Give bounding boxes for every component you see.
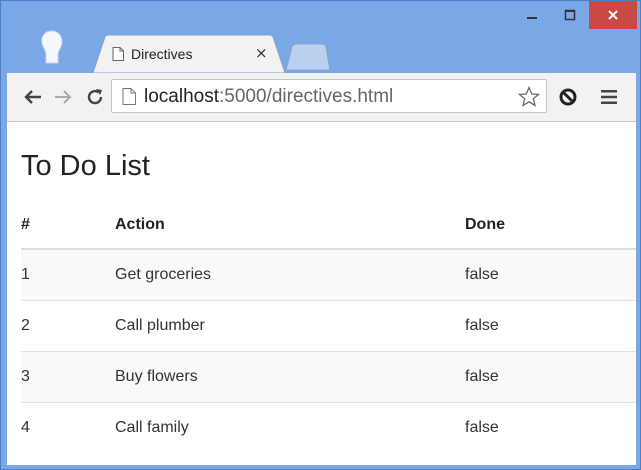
extension-icon[interactable] bbox=[556, 85, 580, 109]
minimize-button[interactable] bbox=[513, 1, 551, 29]
row-number: 3 bbox=[21, 351, 115, 403]
browser-window: Directives × localhost:5000/directives.h… bbox=[0, 0, 641, 470]
title-bar: Directives × bbox=[1, 1, 640, 73]
menu-icon[interactable] bbox=[597, 85, 621, 109]
url-host: localhost bbox=[144, 86, 219, 107]
new-tab-button[interactable] bbox=[284, 43, 332, 71]
tab-close-button[interactable]: × bbox=[255, 44, 268, 62]
maximize-button[interactable] bbox=[551, 1, 589, 29]
back-icon[interactable] bbox=[21, 85, 45, 109]
row-action: Call plumber bbox=[115, 300, 465, 352]
table-row: 2 Call plumber false bbox=[21, 300, 636, 352]
row-number: 1 bbox=[21, 248, 115, 301]
tab-title: Directives bbox=[131, 46, 193, 62]
column-header-number: # bbox=[21, 202, 115, 250]
table-row: 3 Buy flowers false bbox=[21, 351, 636, 403]
address-bar[interactable]: localhost:5000/directives.html bbox=[111, 79, 547, 113]
page-icon bbox=[112, 47, 124, 61]
reload-icon[interactable] bbox=[83, 85, 107, 109]
profile-icon[interactable] bbox=[37, 29, 67, 65]
page-icon bbox=[122, 88, 136, 110]
table-row: 1 Get groceries false bbox=[21, 248, 636, 301]
table-row: 4 Call family false bbox=[21, 402, 636, 453]
tab-directives[interactable]: Directives × bbox=[93, 35, 285, 73]
row-done: false bbox=[465, 300, 636, 352]
row-done: false bbox=[465, 351, 636, 403]
browser-toolbar: localhost:5000/directives.html bbox=[7, 73, 636, 122]
row-done: false bbox=[465, 248, 636, 301]
column-header-action: Action bbox=[115, 202, 465, 250]
page-content: To Do List # Action Done 1 Get groceries… bbox=[7, 122, 636, 465]
row-number: 4 bbox=[21, 402, 115, 453]
page-title: To Do List bbox=[21, 150, 150, 182]
url-text: localhost:5000/directives.html bbox=[144, 86, 393, 108]
close-window-button[interactable] bbox=[589, 1, 637, 29]
forward-icon[interactable] bbox=[51, 85, 75, 109]
table-header-row: # Action Done bbox=[21, 202, 636, 250]
row-action: Call family bbox=[115, 402, 465, 453]
row-action: Buy flowers bbox=[115, 351, 465, 403]
column-header-done: Done bbox=[465, 202, 636, 250]
row-action: Get groceries bbox=[115, 248, 465, 301]
bookmark-star-icon[interactable] bbox=[517, 85, 541, 113]
row-number: 2 bbox=[21, 300, 115, 352]
row-done: false bbox=[465, 402, 636, 453]
url-path: :5000/directives.html bbox=[219, 86, 394, 107]
todo-table: # Action Done 1 Get groceries false 2 Ca… bbox=[21, 202, 636, 453]
